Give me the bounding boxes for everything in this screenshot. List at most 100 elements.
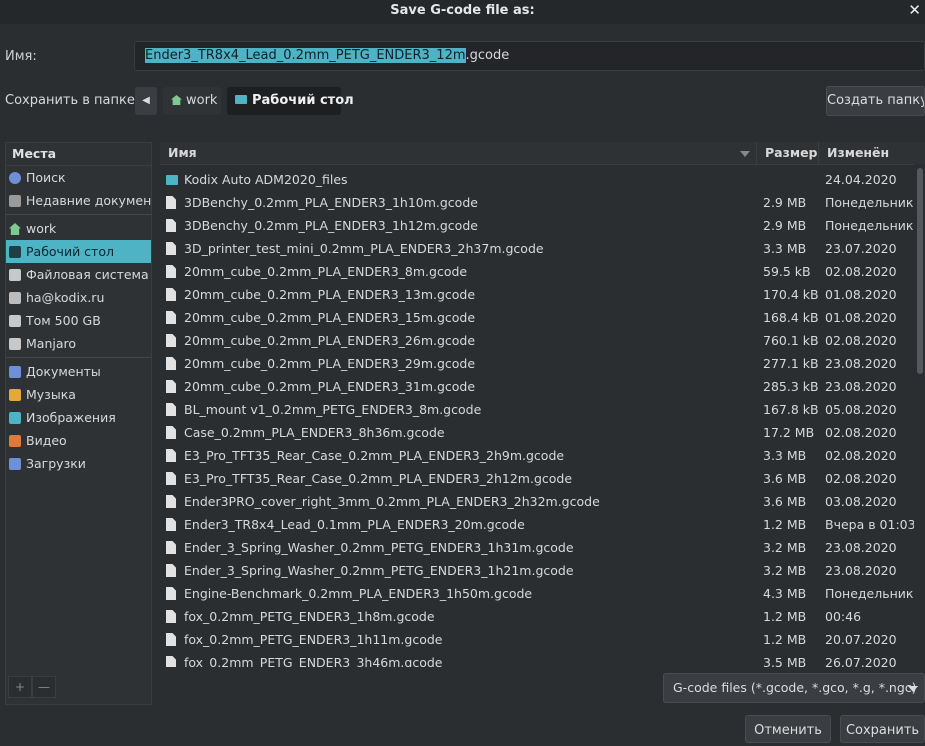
file-row[interactable]: Ender_3_Spring_Washer_0.2mm_PETG_ENDER3_… (160, 559, 913, 582)
cancel-button[interactable]: Отменить (745, 715, 831, 743)
file-icon (166, 288, 176, 301)
file-size: 167.8 kB (763, 402, 819, 417)
file-modified: 02.08.2020 (825, 333, 897, 348)
file-list: Имя Размер Изменён Kodix Auto ADM2020_fi… (160, 142, 925, 667)
file-row[interactable]: Ender_3_Spring_Washer_0.2mm_PETG_ENDER3_… (160, 536, 913, 559)
file-icon (166, 311, 176, 324)
file-name: E3_Pro_TFT35_Rear_Case_0.2mm_PLA_ENDER3_… (184, 448, 565, 463)
column-header-modified[interactable]: Изменён (819, 142, 913, 164)
file-size: 3.2 MB (763, 563, 807, 578)
file-name: 3DBenchy_0.2mm_PLA_ENDER3_1h12m.gcode (184, 218, 478, 233)
file-name: fox_0.2mm_PETG_ENDER3_3h46m.gcode (184, 655, 443, 667)
file-row[interactable]: 20mm_cube_0.2mm_PLA_ENDER3_15m.gcode 168.… (160, 306, 913, 329)
file-row[interactable]: 20mm_cube_0.2mm_PLA_ENDER3_29m.gcode 277.… (160, 352, 913, 375)
sidebar-item-volume[interactable]: Том 500 GB (6, 309, 151, 332)
file-row[interactable]: Engine-Benchmark_0.2mm_PLA_ENDER3_1h50m.… (160, 582, 913, 605)
file-icon (166, 518, 176, 531)
file-modified: 00:46 (825, 609, 862, 624)
file-row[interactable]: fox_0.2mm_PETG_ENDER3_1h11m.gcode 1.2 MB 2… (160, 628, 913, 651)
file-row[interactable]: 20mm_cube_0.2mm_PLA_ENDER3_8m.gcode 59.5 … (160, 260, 913, 283)
file-row[interactable]: 20mm_cube_0.2mm_PLA_ENDER3_31m.gcode 285.… (160, 375, 913, 398)
file-row[interactable]: Case_0.2mm_PLA_ENDER3_8h36m.gcode 17.2 MB… (160, 421, 913, 444)
close-icon[interactable]: ✕ (908, 1, 921, 19)
filename-extension: .gcode (465, 48, 510, 63)
file-modified: 02.08.2020 (825, 264, 897, 279)
sidebar-item-recent[interactable]: Недавние документы (6, 189, 151, 212)
file-row[interactable]: E3_Pro_TFT35_Rear_Case_0.2mm_PLA_ENDER3_… (160, 467, 913, 490)
file-icon (166, 610, 176, 623)
file-name: 20mm_cube_0.2mm_PLA_ENDER3_31m.gcode (184, 379, 476, 394)
file-name: Ender3_TR8x4_Lead_0.1mm_PLA_ENDER3_20m.g… (184, 517, 525, 532)
drive-icon (9, 338, 21, 350)
sidebar-item-pictures[interactable]: Изображения (6, 406, 151, 429)
file-modified: 02.08.2020 (825, 448, 897, 463)
sidebar-item-documents[interactable]: Документы (6, 360, 151, 383)
remove-place-button[interactable]: — (32, 676, 56, 698)
file-modified: 23.07.2020 (825, 241, 897, 256)
sort-descending-icon (740, 151, 750, 157)
create-folder-button[interactable]: Создать папку (826, 86, 925, 116)
server-icon (9, 292, 21, 304)
file-name: fox_0.2mm_PETG_ENDER3_1h11m.gcode (184, 632, 443, 647)
file-name: fox_0.2mm_PETG_ENDER3_1h8m.gcode (184, 609, 435, 624)
add-place-button[interactable]: + (8, 676, 32, 698)
file-row[interactable]: 3DBenchy_0.2mm_PLA_ENDER3_1h12m.gcode 2.9… (160, 214, 913, 237)
sidebar-item-desktop[interactable]: Рабочий стол (6, 240, 151, 263)
file-modified: Понедельник (825, 195, 914, 210)
sidebar-item-network[interactable]: ha@kodix.ru (6, 286, 151, 309)
file-row[interactable]: 20mm_cube_0.2mm_PLA_ENDER3_13m.gcode 170.… (160, 283, 913, 306)
column-header-size[interactable]: Размер (757, 142, 819, 164)
sidebar-item-music[interactable]: Музыка (6, 383, 151, 406)
file-row[interactable]: fox_0.2mm_PETG_ENDER3_3h46m.gcode 3.5 MB 2… (160, 651, 913, 667)
file-row[interactable]: 20mm_cube_0.2mm_PLA_ENDER3_26m.gcode 760.… (160, 329, 913, 352)
file-icon (166, 403, 176, 416)
recent-icon (9, 195, 21, 207)
places-header: Места (6, 143, 151, 166)
file-modified: Понедельник (825, 586, 914, 601)
sidebar-item-work[interactable]: work (6, 217, 151, 240)
sidebar-item-downloads[interactable]: Загрузки (6, 452, 151, 475)
file-list-scrollbar[interactable] (914, 164, 925, 667)
file-icon (166, 219, 176, 232)
file-name: 20mm_cube_0.2mm_PLA_ENDER3_26m.gcode (184, 333, 476, 348)
music-icon (9, 389, 21, 401)
file-modified: 26.07.2020 (825, 655, 897, 667)
file-row[interactable]: Ender3_TR8x4_Lead_0.1mm_PLA_ENDER3_20m.g… (160, 513, 915, 536)
file-name: BL_mount v1_0.2mm_PETG_ENDER3_8m.gcode (184, 402, 482, 417)
file-size: 1.2 MB (763, 609, 807, 624)
column-header-name[interactable]: Имя (160, 142, 757, 164)
file-row[interactable]: 3D_printer_test_mini_0.2mm_PLA_ENDER3_2h… (160, 237, 913, 260)
file-modified: 05.08.2020 (825, 402, 897, 417)
file-row[interactable]: E3_Pro_TFT35_Rear_Case_0.2mm_PLA_ENDER3_… (160, 444, 913, 467)
breadcrumb-work[interactable]: work (163, 87, 221, 115)
file-icon (166, 265, 176, 278)
scrollbar-thumb[interactable] (917, 168, 923, 374)
save-button[interactable]: Сохранить (840, 715, 925, 743)
file-row[interactable]: BL_mount v1_0.2mm_PETG_ENDER3_8m.gcode 16… (160, 398, 913, 421)
sidebar-item-filesystem[interactable]: Файловая система (6, 263, 151, 286)
file-size: 3.5 MB (763, 655, 807, 667)
sidebar-item-video[interactable]: Видео (6, 429, 151, 452)
file-size: 17.2 MB (763, 425, 815, 440)
file-icon (166, 426, 176, 439)
file-name: Case_0.2mm_PLA_ENDER3_8h36m.gcode (184, 425, 445, 440)
breadcrumb-desktop[interactable]: Рабочий стол (227, 87, 354, 115)
file-name: 20mm_cube_0.2mm_PLA_ENDER3_8m.gcode (184, 264, 468, 279)
chevron-down-icon (908, 686, 918, 692)
file-row[interactable]: fox_0.2mm_PETG_ENDER3_1h8m.gcode 1.2 MB 00… (160, 605, 913, 628)
desktop-icon (235, 95, 247, 104)
file-row[interactable]: 3DBenchy_0.2mm_PLA_ENDER3_1h10m.gcode 2.9… (160, 191, 913, 214)
breadcrumb-back-button[interactable]: ◀ (135, 87, 157, 115)
file-row[interactable]: Kodix Auto ADM2020_files 24.04.2020 (160, 168, 913, 191)
sidebar-item-search[interactable]: Поиск (6, 166, 151, 189)
file-size: 3.3 MB (763, 448, 807, 463)
sidebar-item-manjaro[interactable]: Manjaro (6, 332, 151, 355)
filename-input[interactable]: Ender3_TR8x4_Lead_0.2mm_PETG_ENDER3_12m.… (134, 41, 925, 71)
file-name: 3D_printer_test_mini_0.2mm_PLA_ENDER3_2h… (184, 241, 544, 256)
file-row[interactable]: Ender3PRO_cover_right_3mm_0.2mm_PLA_ENDE… (160, 490, 913, 513)
file-icon (166, 564, 176, 577)
file-name: Ender_3_Spring_Washer_0.2mm_PETG_ENDER3_… (184, 540, 574, 555)
places-sidebar: Места Поиск Недавние документы work Рабо… (5, 142, 152, 705)
file-modified: 01.08.2020 (825, 310, 897, 325)
file-type-filter-select[interactable]: G-code files (*.gcode, *.gco, *.g, *.ngc… (663, 673, 925, 703)
